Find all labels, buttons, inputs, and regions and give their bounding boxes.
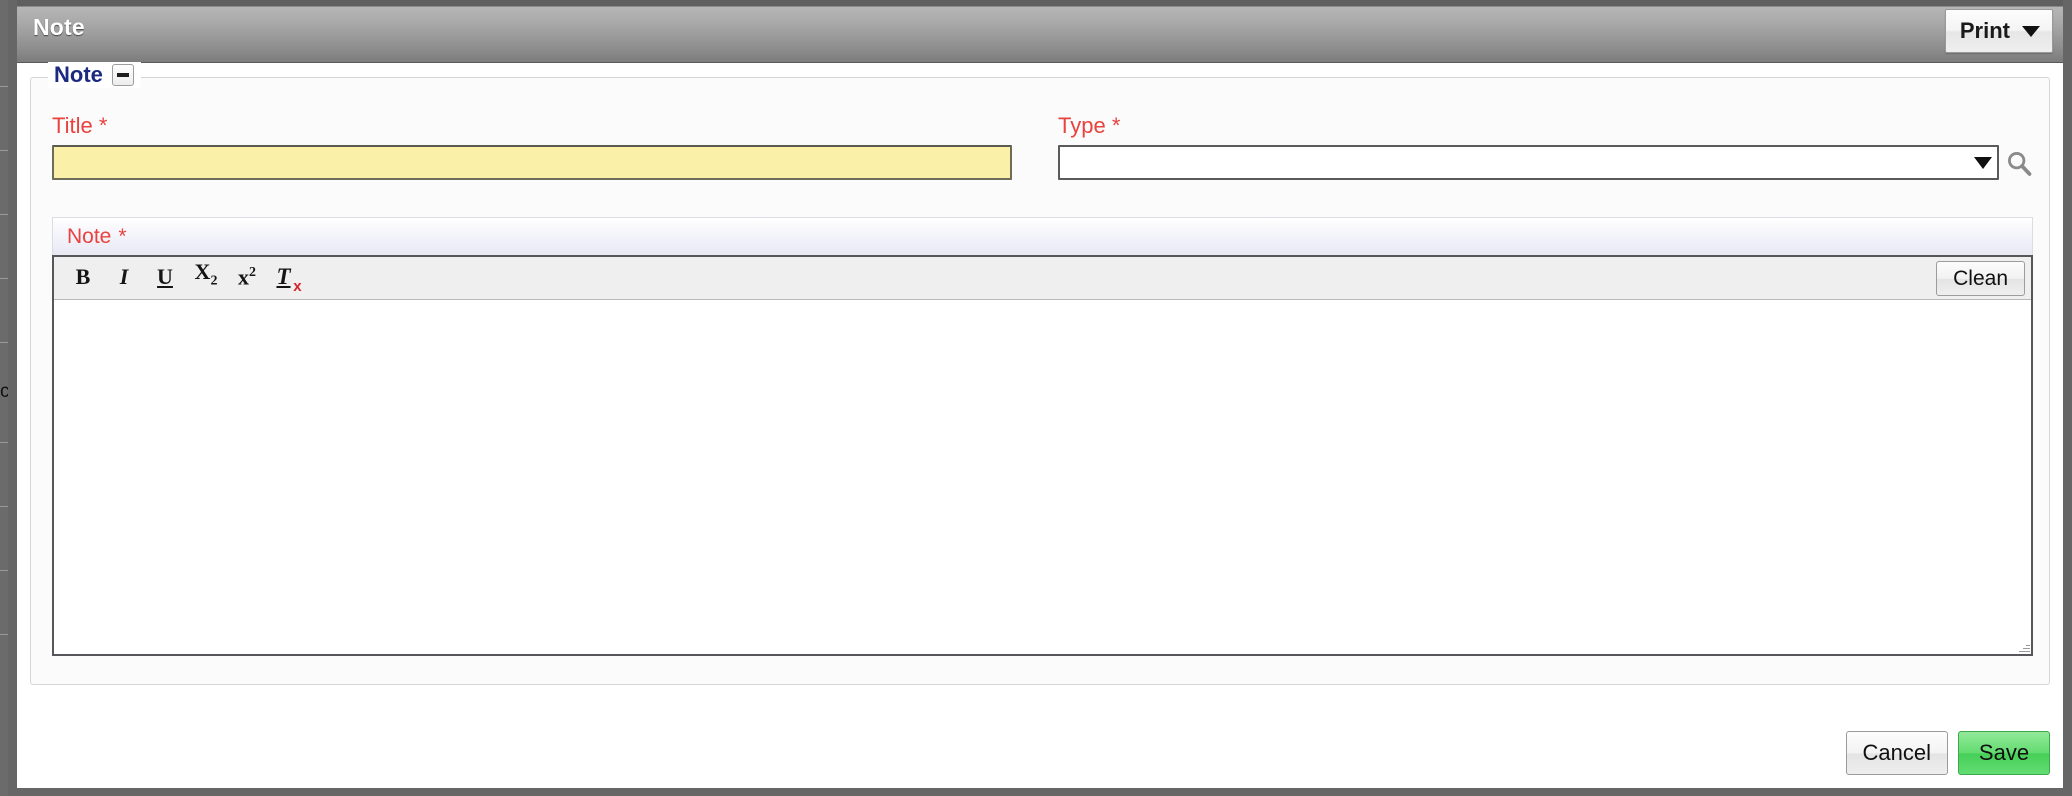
rich-text-editor: B I U X2 x2 T x Clean [52, 255, 2033, 656]
type-field-group: Type * [1058, 113, 2033, 181]
clear-format-icon: Tx [276, 264, 301, 294]
note-section-header: Note * [52, 217, 2033, 255]
title-input[interactable] [52, 145, 1012, 181]
dialog-title: Note [33, 14, 85, 40]
clear-format-x-mark: x [293, 278, 302, 295]
subscript-button[interactable]: X2 [187, 258, 225, 295]
superscript-icon: x2 [238, 264, 256, 289]
save-button[interactable]: Save [1958, 731, 2050, 775]
cancel-button-label: Cancel [1862, 740, 1931, 765]
dialog-footer: Cancel Save [1845, 731, 2050, 775]
fieldset-legend-label: Note [54, 62, 103, 87]
title-field-group: Title * [52, 113, 1012, 181]
type-required-marker: * [1111, 113, 1121, 138]
underline-icon: U [157, 264, 173, 289]
note-header-label: Note [67, 224, 112, 248]
bold-button[interactable]: B [64, 261, 102, 295]
clear-format-button[interactable]: Tx [269, 261, 307, 295]
caret-down-icon [2022, 25, 2040, 37]
title-label-text: Title [52, 113, 93, 138]
type-label-text: Type [1058, 113, 1106, 138]
print-button-label: Print [1959, 18, 2010, 43]
note-dialog: Note Print Note Title * Type * Note * B … [8, 0, 2072, 796]
clean-button[interactable]: Clean [1936, 261, 2025, 296]
minus-icon [116, 73, 129, 77]
bold-icon: B [75, 264, 91, 289]
type-field-label: Type * [1058, 113, 2033, 138]
superscript-index: 2 [249, 264, 256, 280]
note-required-marker: * [118, 224, 127, 248]
type-input[interactable] [1058, 145, 1999, 181]
type-select-shell [1058, 145, 1999, 181]
subscript-index: 2 [210, 273, 218, 288]
cancel-button[interactable]: Cancel [1845, 731, 1948, 775]
clear-format-base: T [276, 264, 291, 289]
dialog-title-bar: Note Print [17, 0, 2063, 63]
italic-button[interactable]: I [105, 261, 143, 295]
type-field-row [1058, 145, 2033, 181]
fieldset-legend: Note [48, 62, 141, 88]
title-required-marker: * [98, 113, 108, 138]
search-icon[interactable] [2005, 149, 2033, 177]
note-text-area[interactable] [54, 300, 2031, 654]
collapse-section-button[interactable] [111, 64, 134, 86]
superscript-button[interactable]: x2 [228, 261, 266, 295]
editor-toolbar: B I U X2 x2 T x Clean [54, 257, 2031, 300]
italic-icon: I [119, 264, 129, 289]
superscript-base: x [238, 264, 249, 289]
print-button[interactable]: Print [1944, 9, 2053, 53]
subscript-icon: X2 [194, 258, 218, 288]
save-button-label: Save [1978, 740, 2030, 765]
note-editor-group: Note * B I U X2 x2 T x Clean [52, 217, 2033, 656]
dialog-body: Note Title * Type * Note * B I U X2 x2 T… [17, 62, 2063, 788]
resize-grip[interactable] [2018, 641, 2030, 653]
note-fieldset: Note Title * Type * Note * B I U X2 x2 T… [30, 62, 2050, 685]
title-field-label: Title * [52, 113, 1012, 138]
clean-button-label: Clean [1953, 266, 2008, 290]
subscript-base: X [194, 258, 211, 284]
underline-button[interactable]: U [146, 261, 184, 295]
